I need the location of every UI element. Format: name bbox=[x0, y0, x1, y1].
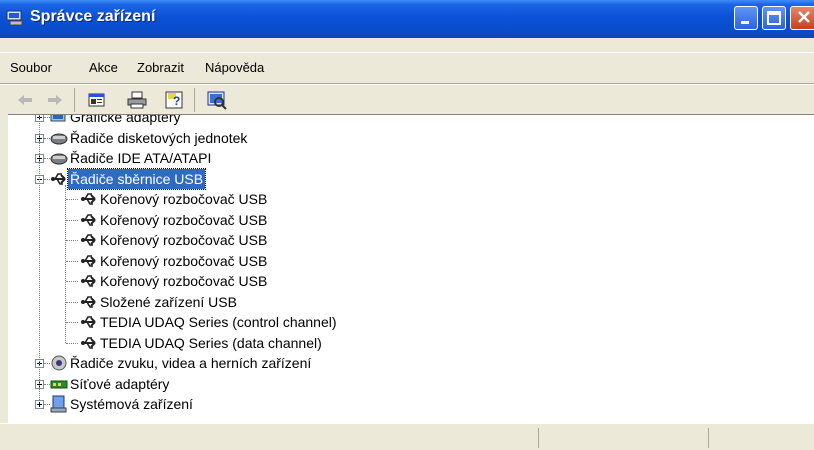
system-device-icon bbox=[50, 395, 68, 413]
device-manager-icon bbox=[6, 10, 24, 26]
toolbar-divider bbox=[74, 88, 75, 112]
tree-item-label[interactable]: Řadiče disketových jednotek bbox=[70, 128, 247, 148]
tree-connector bbox=[66, 240, 78, 242]
tree-item-label[interactable]: TEDIA UDAQ Series (control channel) bbox=[100, 312, 337, 332]
close-icon bbox=[798, 11, 810, 23]
tree-item-label[interactable]: Řadiče sběrnice USB bbox=[66, 167, 207, 190]
toolbar-divider-2 bbox=[194, 88, 195, 112]
svg-text:?: ? bbox=[173, 94, 180, 108]
usb-icon bbox=[80, 272, 98, 290]
minimize-button[interactable] bbox=[734, 6, 758, 30]
expand-plus-icon[interactable] bbox=[35, 400, 44, 409]
title-bar[interactable]: Správce zařízení bbox=[0, 0, 814, 38]
tree-connector bbox=[66, 219, 78, 222]
toolbar: ? bbox=[0, 86, 814, 114]
menubar-top-border bbox=[0, 52, 814, 53]
tree-item-label[interactable]: Řadiče IDE ATA/ATAPI bbox=[70, 148, 211, 168]
floppy-controller-icon bbox=[50, 129, 68, 147]
tree-item-label[interactable]: Složené zařízení USB bbox=[100, 292, 237, 312]
tree-connector bbox=[66, 199, 78, 201]
maximize-button[interactable] bbox=[762, 6, 786, 30]
properties-icon[interactable] bbox=[86, 90, 108, 110]
usb-icon bbox=[80, 293, 98, 311]
forward-arrow-icon[interactable] bbox=[44, 90, 66, 110]
usb-icon bbox=[80, 231, 98, 249]
menu-bar: Soubor Akce Zobrazit Nápověda bbox=[0, 54, 814, 78]
tree-connector bbox=[66, 322, 78, 324]
display-adapter-icon bbox=[50, 115, 68, 126]
window-title: Správce zařízení bbox=[30, 8, 156, 25]
usb-icon bbox=[80, 313, 98, 331]
toolbar-separator-highlight bbox=[0, 84, 814, 85]
tree-item-label[interactable]: Kořenový rozbočovač USB bbox=[100, 230, 267, 250]
minimize-icon bbox=[741, 21, 749, 24]
menu-zobrazit[interactable]: Zobrazit bbox=[137, 60, 184, 75]
tree-item-label[interactable]: Řadiče zvuku, videa a herních zařízení bbox=[70, 353, 311, 373]
status-bar bbox=[0, 423, 814, 450]
usb-icon bbox=[80, 334, 98, 352]
tree-item-label[interactable]: Kořenový rozbočovač USB bbox=[100, 210, 267, 230]
menu-soubor[interactable]: Soubor bbox=[10, 60, 52, 75]
usb-children-line bbox=[65, 184, 67, 343]
usb-icon bbox=[80, 190, 98, 208]
tree-item-label[interactable]: Kořenový rozbočovač USB bbox=[100, 251, 267, 271]
tree-item-label[interactable]: Systémová zařízení bbox=[70, 394, 193, 414]
print-icon[interactable] bbox=[126, 90, 148, 110]
sound-icon bbox=[50, 354, 68, 372]
tree-item-label[interactable]: Kořenový rozbočovač USB bbox=[100, 271, 267, 291]
device-manager-window: Správce zařízení Soubor Akce Zobrazit Ná… bbox=[0, 0, 814, 450]
device-tree[interactable]: Grafické adaptéry Řadiče disketových jedn… bbox=[8, 114, 814, 424]
network-adapter-icon bbox=[50, 375, 68, 393]
tree-connector bbox=[66, 301, 78, 304]
tree-connector bbox=[66, 260, 78, 263]
status-pane-divider-2 bbox=[708, 428, 709, 448]
tree-item-label[interactable]: Kořenový rozbočovač USB bbox=[100, 189, 267, 209]
tree-connector bbox=[66, 281, 78, 283]
status-pane-divider-1 bbox=[538, 428, 539, 448]
maximize-icon bbox=[767, 11, 781, 25]
back-arrow-icon[interactable] bbox=[14, 90, 36, 110]
menu-akce[interactable]: Akce bbox=[89, 60, 118, 75]
close-button[interactable] bbox=[790, 6, 814, 30]
tree-connector bbox=[66, 342, 78, 345]
help-icon[interactable]: ? bbox=[164, 90, 186, 110]
usb-icon bbox=[80, 252, 98, 270]
scan-hardware-icon[interactable] bbox=[206, 90, 228, 110]
tree-item-label[interactable]: Grafické adaptéry bbox=[70, 115, 181, 127]
tree-trunk-line bbox=[39, 115, 41, 400]
usb-icon bbox=[80, 211, 98, 229]
menu-napoveda[interactable]: Nápověda bbox=[205, 60, 264, 75]
ide-controller-icon bbox=[50, 149, 68, 167]
tree-item-label[interactable]: Síťové adaptéry bbox=[70, 374, 169, 394]
tree-item-label[interactable]: TEDIA UDAQ Series (data channel) bbox=[100, 333, 322, 353]
